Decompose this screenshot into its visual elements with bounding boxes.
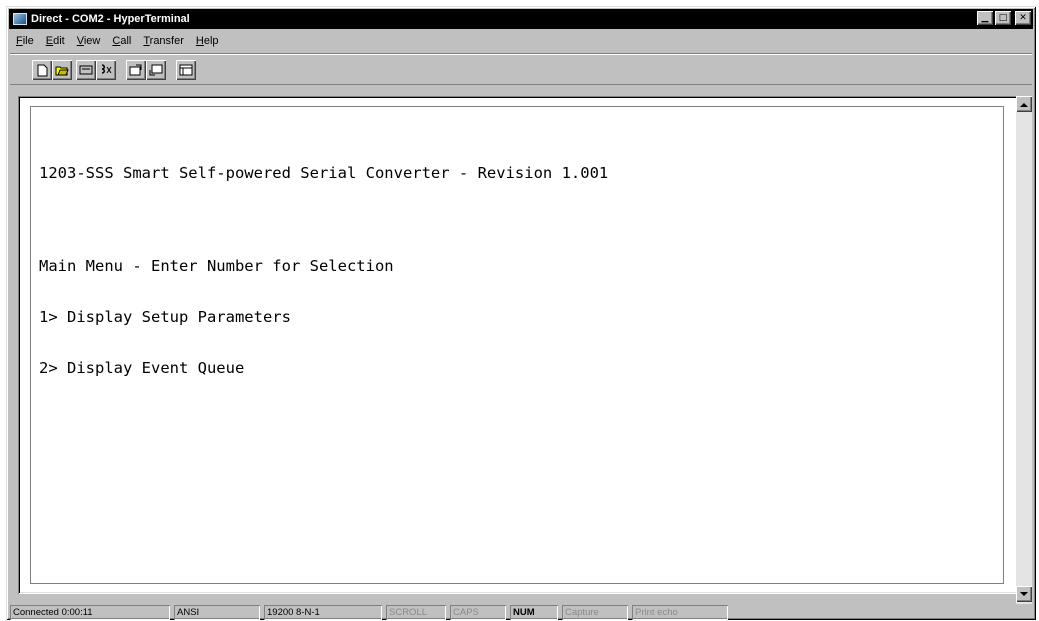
- connect-icon: [79, 65, 93, 75]
- maximize-button[interactable]: □: [995, 11, 1011, 25]
- status-scroll: SCROLL: [386, 605, 446, 620]
- send-icon: [129, 64, 142, 76]
- toolbar-group-transfer: [126, 60, 166, 80]
- terminal-line-menu-title: Main Menu - Enter Number for Selection: [39, 257, 394, 275]
- menu-edit[interactable]: Edit: [40, 35, 71, 47]
- disconnect-icon: [101, 64, 112, 74]
- hyperterminal-window: Direct - COM2 - HyperTerminal ▁ □ ✕ File…: [6, 6, 1036, 620]
- connect-button[interactable]: [76, 60, 96, 80]
- menu-bar: File Edit View Call Transfer Help: [10, 32, 1032, 50]
- status-port-settings: 19200 8-N-1: [264, 605, 382, 620]
- status-print-echo: Print echo: [632, 605, 728, 620]
- arrow-down-icon: [1020, 591, 1028, 596]
- arrow-up-icon: [1020, 102, 1028, 107]
- terminal-screen[interactable]: 1203-SSS Smart Self-powered Serial Conve…: [30, 106, 1004, 584]
- title-bar[interactable]: Direct - COM2 - HyperTerminal ▁ □ ✕: [9, 9, 1033, 29]
- terminal-line-banner: 1203-SSS Smart Self-powered Serial Conve…: [39, 164, 609, 182]
- scroll-up-button[interactable]: [1016, 96, 1032, 112]
- receive-button[interactable]: [146, 60, 166, 80]
- disconnect-button[interactable]: [96, 60, 116, 80]
- status-emulation: ANSI: [174, 605, 260, 620]
- status-num: NUM: [510, 605, 558, 620]
- terminal-line-option-2: 2> Display Event Queue: [39, 359, 245, 377]
- vertical-scrollbar[interactable]: [1016, 96, 1032, 604]
- status-caps: CAPS: [450, 605, 506, 620]
- terminal-line-option-1: 1> Display Setup Parameters: [39, 308, 291, 326]
- menu-call[interactable]: Call: [106, 35, 137, 47]
- toolbar-group-properties: [176, 60, 196, 80]
- toolbar-group-file: [32, 60, 72, 80]
- hyperterminal-app-icon[interactable]: [13, 13, 27, 25]
- toolbar-group-call: [76, 60, 116, 80]
- terminal-area[interactable]: 1203-SSS Smart Self-powered Serial Conve…: [18, 96, 1018, 594]
- properties-button[interactable]: [176, 60, 196, 80]
- new-button[interactable]: [32, 60, 52, 80]
- open-icon: [55, 66, 69, 76]
- receive-icon: [149, 64, 163, 76]
- minimize-button[interactable]: ▁: [977, 11, 993, 25]
- menu-transfer[interactable]: Transfer: [137, 35, 190, 47]
- terminal-output: 1203-SSS Smart Self-powered Serial Conve…: [39, 131, 608, 411]
- new-icon: [37, 64, 48, 76]
- menu-help[interactable]: Help: [190, 35, 225, 47]
- status-connected-time: Connected 0:00:11: [10, 605, 170, 620]
- status-capture: Capture: [562, 605, 628, 620]
- window-controls: ▁ □ ✕: [977, 11, 1031, 25]
- toolbar: [10, 53, 1032, 85]
- close-button[interactable]: ✕: [1015, 11, 1031, 25]
- menu-file[interactable]: File: [10, 35, 40, 47]
- menu-view[interactable]: View: [71, 35, 107, 47]
- scroll-down-button[interactable]: [1016, 586, 1032, 602]
- open-button[interactable]: [52, 60, 72, 80]
- status-bar: Connected 0:00:11 ANSI 19200 8-N-1 SCROL…: [10, 604, 1032, 620]
- window-title: Direct - COM2 - HyperTerminal: [31, 13, 190, 25]
- send-button[interactable]: [126, 60, 146, 80]
- properties-icon: [179, 64, 193, 76]
